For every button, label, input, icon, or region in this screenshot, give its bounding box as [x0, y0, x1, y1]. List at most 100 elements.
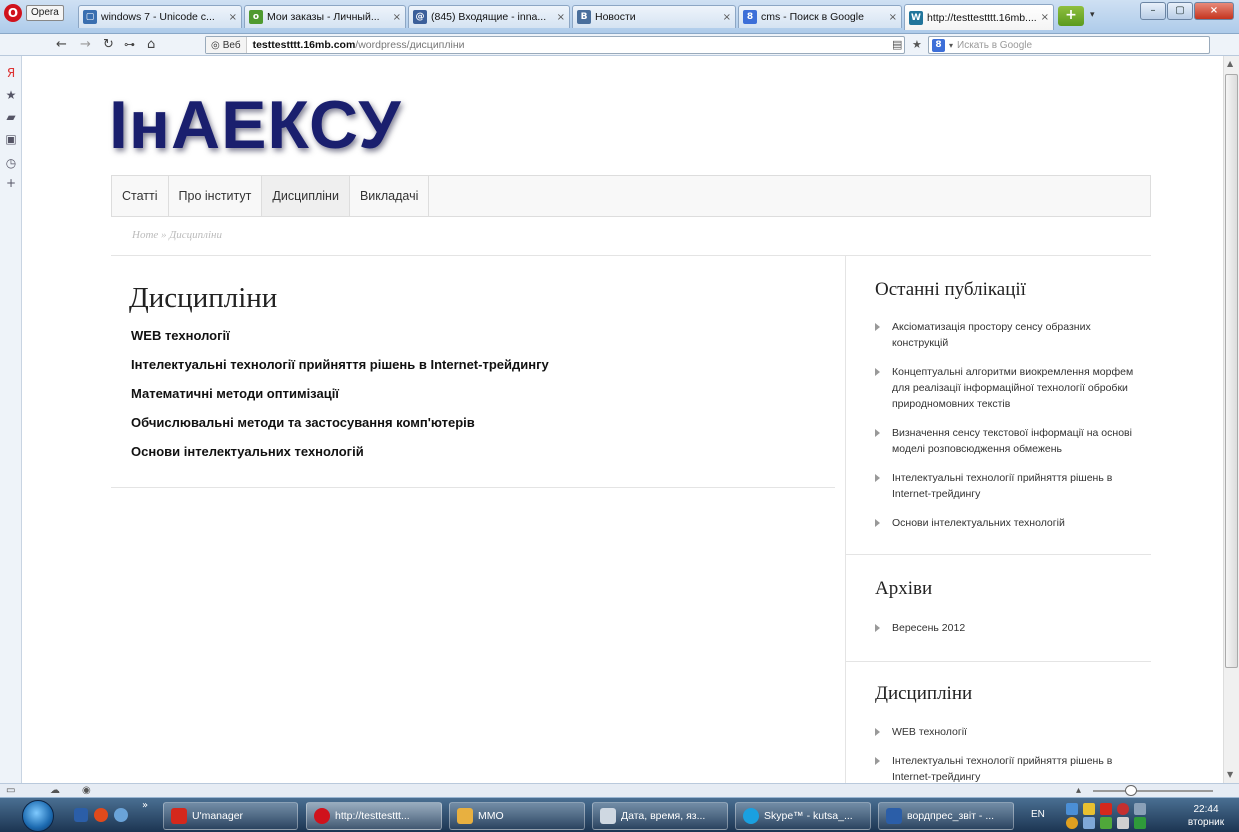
recent-posts-title: Останні публікації — [875, 279, 1026, 300]
start-button-icon[interactable] — [22, 800, 54, 832]
scroll-up-arrow-icon[interactable]: ▲ — [1227, 59, 1233, 68]
taskbar-item-datetime[interactable]: Дата, время, яз... — [592, 802, 728, 830]
opera-quicklaunch-icon[interactable] — [114, 808, 128, 822]
maximize-button[interactable]: ▢ — [1167, 2, 1193, 20]
browser-tab-5[interactable]: 8 cms - Поиск в Google × — [738, 5, 902, 28]
close-tab-icon[interactable]: × — [557, 12, 565, 23]
clock-day: вторник — [1187, 817, 1225, 828]
google-search-icon[interactable]: 8 — [932, 38, 945, 52]
post-link[interactable]: Основи інтелектуальних технологій — [131, 444, 549, 473]
close-tab-icon[interactable]: × — [889, 12, 897, 23]
notes-icon[interactable]: ▰ — [4, 110, 18, 124]
divider — [846, 554, 1151, 555]
bullet-arrow-icon — [875, 323, 880, 331]
taskbar-item-folder[interactable]: MMO — [449, 802, 585, 830]
nav-item-articles[interactable]: Статті — [112, 176, 169, 216]
browser-tab-3[interactable]: @ (845) Входящие - inna... × — [408, 5, 570, 28]
update-icon[interactable] — [1100, 817, 1112, 829]
volume-icon[interactable] — [1117, 817, 1129, 829]
browser-tab-4[interactable]: В Новости × — [572, 5, 736, 28]
umanager-tray-icon[interactable] — [1100, 803, 1112, 815]
post-link[interactable]: WEB технології — [131, 328, 549, 357]
wordpress-icon: W — [909, 10, 923, 25]
close-window-button[interactable]: × — [1194, 2, 1234, 20]
bookmarks-star-icon[interactable]: ★ — [4, 88, 18, 102]
recent-post-link[interactable]: Концептуальні алгоритми виокремлення мор… — [875, 364, 1145, 412]
skype-tray-icon[interactable] — [1066, 817, 1078, 829]
post-link[interactable]: Математичні методи оптимізації — [131, 386, 549, 415]
close-tab-icon[interactable]: × — [229, 12, 237, 23]
taskbar-item-word[interactable]: вордпрес_звіт - ... — [878, 802, 1014, 830]
antivirus-icon[interactable] — [1117, 803, 1129, 815]
downloads-icon[interactable]: ▣ — [4, 132, 18, 146]
clock-time: 22:44 — [1193, 804, 1219, 815]
reload-icon[interactable]: ↻ — [103, 37, 114, 53]
rss-icon[interactable]: ▤ — [892, 38, 902, 51]
taskbar-item-umanager[interactable]: U'manager — [163, 802, 298, 830]
url-field[interactable]: ◎ Веб testtestttt.16mb.com/wordpress/дисц… — [205, 36, 905, 54]
category-link[interactable]: WEB технології — [875, 724, 1145, 740]
folder-tray-icon[interactable] — [1083, 803, 1095, 815]
minimize-button[interactable]: – — [1140, 2, 1166, 20]
web-badge[interactable]: ◎ Веб — [206, 37, 247, 53]
monitor-icon[interactable] — [1134, 803, 1146, 815]
scroll-down-arrow-icon[interactable]: ▼ — [1227, 770, 1233, 779]
archive-link[interactable]: Вересень 2012 — [875, 620, 1145, 636]
scrollbar-thumb[interactable] — [1225, 74, 1238, 668]
nvidia-icon[interactable] — [1134, 817, 1146, 829]
bookmark-star-icon[interactable]: ★ — [912, 38, 922, 51]
tab-title: Мои заказы - Личный... — [267, 11, 380, 23]
history-clock-icon[interactable]: ◷ — [4, 156, 18, 170]
flag-icon[interactable] — [1083, 817, 1095, 829]
system-clock[interactable]: 22:44 вторник — [1181, 803, 1231, 829]
post-link[interactable]: Обчислювальні методи та застосування ком… — [131, 415, 549, 444]
recent-post-link[interactable]: Інтелектуальні технології прийняття ріше… — [875, 470, 1145, 502]
category-label: Інтелектуальні технології прийняття ріше… — [892, 755, 1113, 783]
nav-item-about[interactable]: Про інститут — [169, 176, 263, 216]
close-tab-icon[interactable]: × — [723, 12, 731, 23]
chrome-quicklaunch-icon[interactable] — [94, 808, 108, 822]
close-tab-icon[interactable]: × — [1041, 12, 1049, 23]
task-label: вордпрес_звіт - ... — [907, 810, 995, 822]
zoom-slider-knob[interactable] — [1125, 785, 1137, 796]
turbo-cloud-icon[interactable]: ☁ — [50, 785, 60, 796]
language-indicator[interactable]: EN — [1031, 809, 1045, 820]
recent-post-link[interactable]: Основи інтелектуальних технологій — [875, 515, 1145, 531]
taskbar-item-skype[interactable]: Skype™ - kutsa_... — [735, 802, 871, 830]
close-tab-icon[interactable]: × — [393, 12, 401, 23]
site-logo[interactable]: ІнАЕКСУ — [109, 86, 402, 164]
zoom-menu-icon[interactable]: ▴ — [1076, 785, 1081, 796]
search-engine-dropdown-icon[interactable]: ▾ — [949, 41, 953, 50]
recent-post-link[interactable]: Аксіоматизація простору сенсу образних к… — [875, 319, 1145, 351]
zoom-slider[interactable] — [1093, 790, 1213, 792]
category-label: WEB технології — [892, 726, 967, 738]
speed-dial-icon[interactable]: ◉ — [82, 785, 91, 796]
word-quicklaunch-icon[interactable] — [74, 808, 88, 822]
back-arrow-icon[interactable]: ← — [56, 37, 67, 53]
archives-list: Вересень 2012 — [875, 620, 1145, 649]
search-field[interactable]: 8 ▾ Искать в Google — [928, 36, 1210, 54]
browser-tab-1[interactable]: ▢ windows 7 - Unicode c... × — [78, 5, 242, 28]
more-chevron-icon[interactable]: » — [142, 800, 148, 811]
post-link[interactable]: Інтелектуальні технології прийняття ріше… — [131, 357, 549, 386]
nav-item-disciplines[interactable]: Дисципліни — [262, 176, 350, 216]
network-icon[interactable] — [1066, 803, 1078, 815]
breadcrumb[interactable]: Home » Дисципліни — [132, 229, 222, 241]
opera-menu-button[interactable]: O Opera — [4, 3, 84, 23]
yandex-icon[interactable]: Я — [4, 66, 18, 80]
browser-tab-2[interactable]: o Мои заказы - Личный... × — [244, 5, 406, 28]
nav-item-teachers[interactable]: Викладачі — [350, 176, 430, 216]
vertical-scrollbar[interactable]: ▲ ▼ — [1223, 56, 1239, 783]
tab-title: cms - Поиск в Google — [761, 11, 864, 23]
browser-tab-6-active[interactable]: W http://testtestttt.16mb.... × — [904, 4, 1054, 30]
new-tab-button[interactable]: + — [1058, 6, 1084, 26]
tab-list-chevron-icon[interactable]: ▾ — [1090, 10, 1095, 20]
add-panel-icon[interactable]: + — [4, 176, 18, 190]
taskbar-item-opera[interactable]: http://testtesttt... — [306, 802, 442, 830]
key-icon[interactable]: ⊶ — [124, 37, 135, 53]
recent-post-link[interactable]: Визначення сенсу текстової інформації на… — [875, 425, 1145, 457]
home-icon[interactable]: ⌂ — [147, 37, 155, 53]
forward-arrow-icon[interactable]: → — [80, 37, 91, 53]
panel-toggle-icon[interactable]: ▭ — [6, 785, 15, 796]
category-link[interactable]: Інтелектуальні технології прийняття ріше… — [875, 753, 1145, 783]
